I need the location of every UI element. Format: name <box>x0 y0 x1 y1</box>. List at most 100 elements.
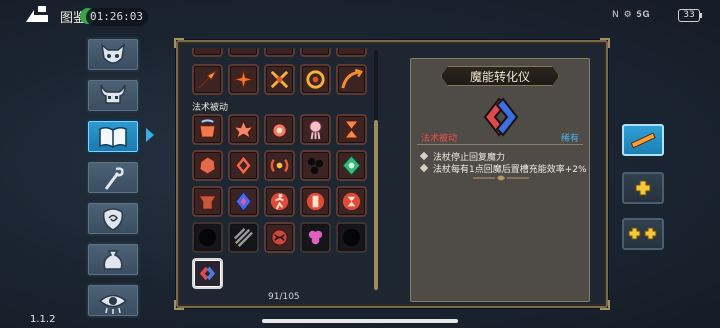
spell-slot[interactable] <box>336 48 367 57</box>
spell-slot[interactable] <box>264 114 295 145</box>
spell-slot[interactable] <box>264 64 295 95</box>
category-bosses-button[interactable] <box>86 78 140 113</box>
spell-rarity: 稀有 <box>560 134 579 144</box>
lotus-icon <box>232 119 255 140</box>
ore-icon <box>199 156 216 175</box>
mana-converter-icon <box>199 266 216 281</box>
spell-slot[interactable] <box>264 48 295 57</box>
wand-slot-icon <box>630 132 656 149</box>
open-book-icon <box>99 126 127 148</box>
category-relics-button[interactable] <box>86 201 140 236</box>
pouch-icon <box>103 249 123 270</box>
arrow-burst-icon <box>198 69 218 89</box>
spell-slot[interactable] <box>192 186 223 217</box>
status-bar: 图鉴 01:26:03 N ⚙ 𝟓𝐆 33 <box>0 0 720 34</box>
spell-slot[interactable] <box>300 186 331 217</box>
spell-slot[interactable] <box>300 222 331 253</box>
codex-panel: 法术被动 91/105 魔能转化仪 法术被动 稀有 法杖停止回复魔力 法杖每有1… <box>174 38 610 310</box>
shadow-cluster-icon <box>307 157 324 175</box>
totem-icon <box>306 192 325 211</box>
divider <box>417 144 583 145</box>
category-spells-button[interactable] <box>86 119 140 154</box>
timer-readout: 01:26:03 <box>86 8 148 26</box>
version-label: 1.1.2 <box>30 314 56 325</box>
category-items-button[interactable] <box>86 242 140 277</box>
spell-slot[interactable] <box>300 150 331 181</box>
void-orb-icon <box>198 228 217 247</box>
shadow-blob-icon <box>342 228 361 247</box>
shield-swirl-icon <box>102 207 124 231</box>
spell-slot[interactable] <box>228 150 259 181</box>
section-label: 法术被动 <box>192 103 229 113</box>
spell-slot[interactable] <box>264 222 295 253</box>
spell-slot[interactable] <box>228 64 259 95</box>
spell-slot[interactable] <box>336 114 367 145</box>
spell-slot[interactable] <box>336 222 367 253</box>
back-arrow-icon[interactable] <box>24 4 52 26</box>
battery-icon: 33 <box>678 9 702 22</box>
spell-slot[interactable] <box>336 150 367 181</box>
spell-slot[interactable] <box>336 186 367 217</box>
spell-detail-card: 魔能转化仪 法术被动 稀有 法杖停止回复魔力 法杖每有1点回魔后置槽充能效率+2… <box>410 58 590 302</box>
spell-slot[interactable] <box>192 150 223 181</box>
home-indicator[interactable] <box>262 319 458 323</box>
single-plus-icon <box>635 180 651 196</box>
blossom-icon <box>308 230 323 245</box>
spell-large-icon <box>477 93 525 141</box>
spell-category: 法术被动 <box>421 134 458 144</box>
crossed-arrows-icon <box>270 70 289 89</box>
filter-single-button[interactable] <box>622 172 664 204</box>
spell-slot[interactable] <box>300 114 331 145</box>
bullet-diamond-icon <box>419 163 429 173</box>
spell-slot-selected[interactable] <box>192 258 223 289</box>
category-staffs-button[interactable] <box>86 160 140 195</box>
selected-category-arrow-icon <box>146 128 154 142</box>
horned-skull-icon <box>100 84 126 104</box>
runner-icon <box>270 192 289 211</box>
spell-slot[interactable] <box>228 186 259 217</box>
ornament-divider-icon <box>473 175 529 181</box>
filter-double-button[interactable] <box>622 218 664 250</box>
spell-slot[interactable] <box>228 222 259 253</box>
system-status-icons: N ⚙ 𝟓𝐆 <box>612 10 651 20</box>
spell-slot[interactable] <box>228 48 259 57</box>
scatter-icon <box>233 69 254 90</box>
eye-icon <box>98 294 128 314</box>
slash-marks-icon <box>234 228 253 247</box>
spell-slot[interactable] <box>228 114 259 145</box>
spell-slot[interactable] <box>264 150 295 181</box>
sapphire-icon <box>235 190 252 213</box>
category-curses-button[interactable] <box>86 283 140 318</box>
double-plus-icon <box>628 227 657 240</box>
spell-slot[interactable] <box>192 48 223 57</box>
emerald-sigil-icon <box>342 155 361 176</box>
anvil-icon <box>197 195 218 210</box>
spell-grid: 法术被动 <box>186 48 374 292</box>
filter-wand-button[interactable] <box>622 124 664 156</box>
grid-scrollbar[interactable] <box>374 50 378 290</box>
knot-icon <box>271 229 288 246</box>
collection-counter: 91/105 <box>268 292 300 302</box>
spell-slot[interactable] <box>192 114 223 145</box>
spell-slot[interactable] <box>192 64 223 95</box>
diamond-gem-icon <box>235 154 252 177</box>
spell-slot[interactable] <box>192 222 223 253</box>
amulet-icon <box>272 123 287 138</box>
category-monsters-button[interactable] <box>86 37 140 72</box>
spell-slot[interactable] <box>336 64 367 95</box>
spell-slot[interactable] <box>300 64 331 95</box>
spiral-icon <box>306 70 325 89</box>
staff-icon <box>104 166 124 190</box>
demon-mask-icon <box>100 42 126 64</box>
hourglass-orb-icon <box>342 192 361 211</box>
scrollbar-thumb[interactable] <box>374 120 378 290</box>
spirit-icon <box>309 120 322 140</box>
spell-slot[interactable] <box>264 186 295 217</box>
cauldron-icon <box>199 119 216 138</box>
hourglass-icon <box>343 120 360 139</box>
spell-slot[interactable] <box>300 48 331 57</box>
spell-name: 魔能转化仪 <box>469 70 530 84</box>
bullet-diamond-icon <box>419 151 429 161</box>
homing-icon <box>341 68 363 89</box>
mana-converter-icon <box>483 97 519 137</box>
